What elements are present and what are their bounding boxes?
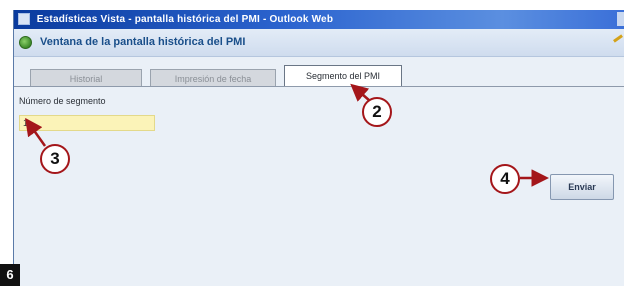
screenshot-stage: Estadísticas Vista - pantalla histórica … xyxy=(0,0,624,286)
callout-4: 4 xyxy=(490,164,520,194)
callout-2: 2 xyxy=(362,97,392,127)
figure-number-badge: 6 xyxy=(0,264,20,286)
annotation-arrows xyxy=(25,83,549,187)
field-callout-arrow xyxy=(25,117,47,147)
callout-3: 3 xyxy=(40,144,70,174)
